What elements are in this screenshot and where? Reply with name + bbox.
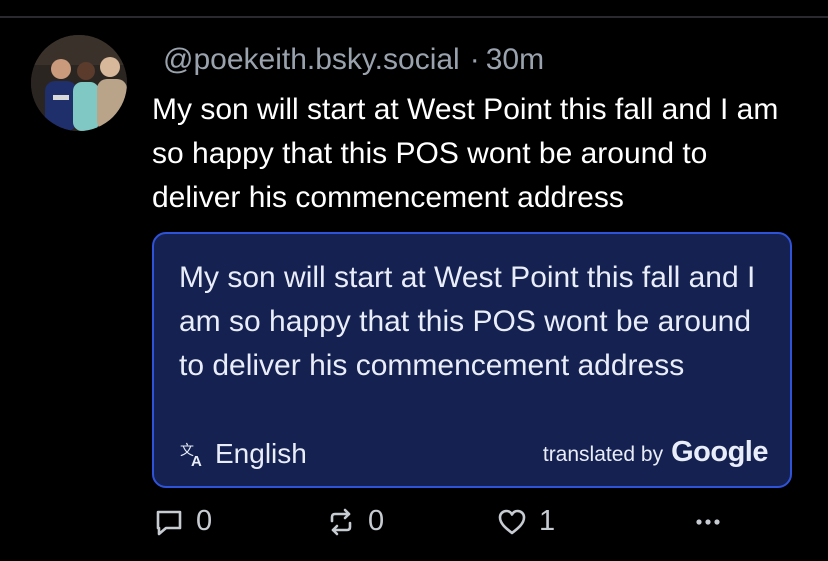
repost-button[interactable]: 0 xyxy=(326,505,384,538)
reply-icon xyxy=(154,507,184,537)
language-label: English xyxy=(215,438,307,469)
heart-icon xyxy=(497,507,527,537)
post-text: My son will start at West Point this fal… xyxy=(152,93,779,214)
repost-icon xyxy=(326,507,356,537)
translation-language[interactable]: 文 A English xyxy=(179,438,307,470)
credit-label: translated by xyxy=(542,443,664,466)
meta-separator: · xyxy=(469,43,480,76)
author-handle[interactable]: @poekeith.bsky.social xyxy=(163,43,460,76)
avatar[interactable] xyxy=(31,35,127,131)
reply-button[interactable]: 0 xyxy=(154,505,212,538)
translation-credit: translated by Google xyxy=(542,436,769,469)
more-options-button[interactable] xyxy=(694,505,722,535)
like-button[interactable]: 1 xyxy=(497,505,555,538)
avatar-photo xyxy=(31,35,127,131)
post-timestamp[interactable]: 30m xyxy=(486,43,544,76)
translation-card: My son will start at West Point this fal… xyxy=(152,232,792,488)
google-logo: Google xyxy=(671,436,768,468)
reply-count: 0 xyxy=(196,505,213,537)
more-icon xyxy=(694,505,722,535)
top-divider xyxy=(0,16,828,18)
translated-text: My son will start at West Point this fal… xyxy=(179,261,756,382)
translate-icon: 文 A xyxy=(179,441,207,467)
svg-text:A: A xyxy=(191,453,202,467)
like-count: 1 xyxy=(539,505,556,537)
post-actions: 0 0 1 xyxy=(0,505,828,549)
repost-count: 0 xyxy=(368,505,385,537)
post-meta: @poekeith.bsky.social · 30m xyxy=(163,42,544,78)
